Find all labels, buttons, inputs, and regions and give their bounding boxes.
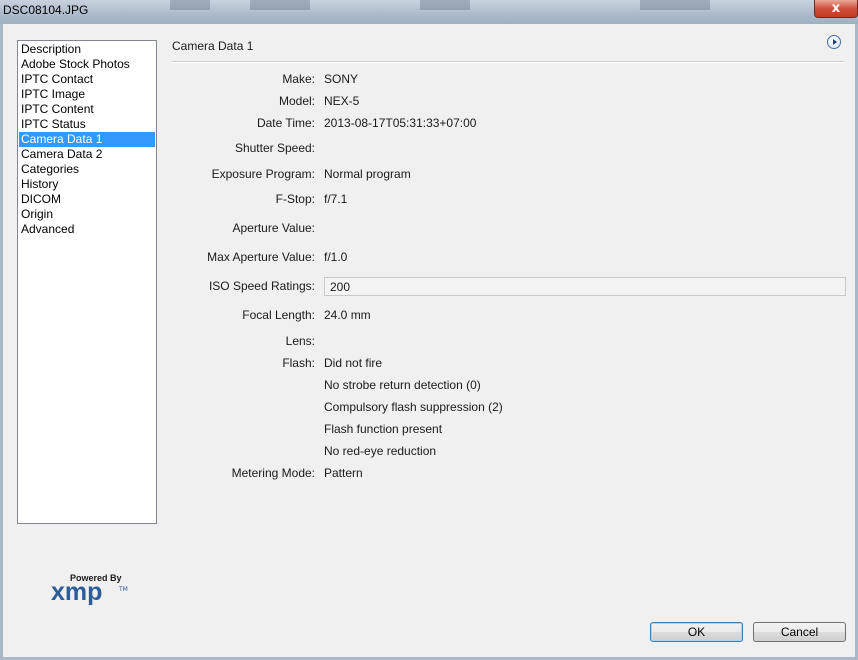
sidebar-item-description[interactable]: Description [19, 42, 155, 57]
sidebar-item-adobe-stock-photos[interactable]: Adobe Stock Photos [19, 57, 155, 72]
ok-button[interactable]: OK [650, 622, 743, 642]
max-aperture-value-label: Max Aperture Value: [207, 250, 315, 264]
trademark-mark: TM [119, 586, 128, 593]
model-label: Model: [278, 94, 315, 108]
lens-label: Lens: [285, 334, 315, 348]
titlebar-glass-reflection [250, 0, 310, 10]
sidebar-item-camera-data-1[interactable]: Camera Data 1 [19, 132, 155, 147]
make-label: Make: [282, 72, 315, 86]
titlebar-glass-reflection [170, 0, 210, 10]
flash-value-line: No strobe return detection (0) [324, 378, 481, 392]
date-time-value: 2013-08-17T05:31:33+07:00 [324, 116, 477, 130]
flash-value-line: No red-eye reduction [324, 444, 437, 458]
sidebar-item-iptc-content[interactable]: IPTC Content [19, 102, 155, 117]
focal-length-value: 24.0 mm [324, 308, 371, 322]
xmp-logo: Powered By xmp TM [50, 572, 128, 610]
aperture-value-label: Aperture Value: [232, 221, 316, 235]
xmp-wordmark: xmp [51, 578, 103, 606]
titlebar-glass-reflection [420, 0, 470, 10]
sidebar-item-camera-data-2[interactable]: Camera Data 2 [19, 147, 155, 162]
f-stop-value: f/7.1 [324, 192, 348, 206]
close-icon: x [831, 1, 841, 16]
iso-speed-ratings-label: ISO Speed Ratings: [208, 279, 315, 293]
date-time-label: Date Time: [256, 116, 315, 130]
model-value: NEX-5 [324, 94, 360, 108]
sidebar-item-categories[interactable]: Categories [19, 162, 155, 177]
sidebar-item-iptc-status[interactable]: IPTC Status [19, 117, 155, 132]
flash-value-line: Flash function present [324, 422, 443, 436]
close-button[interactable]: x [814, 0, 858, 18]
header-divider [172, 61, 844, 62]
metering-mode-label: Metering Mode: [231, 466, 315, 480]
make-value: SONY [324, 72, 359, 86]
exposure-program-label: Exposure Program: [211, 167, 315, 181]
exposure-program-value: Normal program [324, 167, 411, 181]
title-bar[interactable]: DSC08104.JPG x [0, 0, 858, 24]
panel-title: Camera Data 1 [172, 39, 254, 53]
flash-value-line: Did not fire [324, 356, 383, 370]
category-list[interactable]: Description Adobe Stock Photos IPTC Cont… [17, 40, 157, 524]
cancel-button[interactable]: Cancel [753, 622, 846, 642]
flyout-menu-icon[interactable] [827, 35, 841, 49]
flash-value-line: Compulsory flash suppression (2) [324, 400, 503, 414]
flash-label: Flash: [282, 356, 315, 370]
focal-length-label: Focal Length: [242, 308, 315, 322]
sidebar-item-iptc-contact[interactable]: IPTC Contact [19, 72, 155, 87]
window-title: DSC08104.JPG [3, 3, 89, 17]
sidebar-item-advanced[interactable]: Advanced [19, 222, 155, 237]
sidebar-item-iptc-image[interactable]: IPTC Image [19, 87, 155, 102]
iso-speed-ratings-field[interactable]: 200 [324, 277, 846, 296]
shutter-speed-label: Shutter Speed: [234, 141, 315, 155]
f-stop-label: F-Stop: [275, 192, 315, 206]
max-aperture-value-value: f/1.0 [324, 250, 348, 264]
metering-mode-value: Pattern [324, 466, 363, 480]
sidebar-item-origin[interactable]: Origin [19, 207, 155, 222]
sidebar-item-history[interactable]: History [19, 177, 155, 192]
sidebar-item-dicom[interactable]: DICOM [19, 192, 155, 207]
titlebar-glass-reflection [640, 0, 710, 10]
